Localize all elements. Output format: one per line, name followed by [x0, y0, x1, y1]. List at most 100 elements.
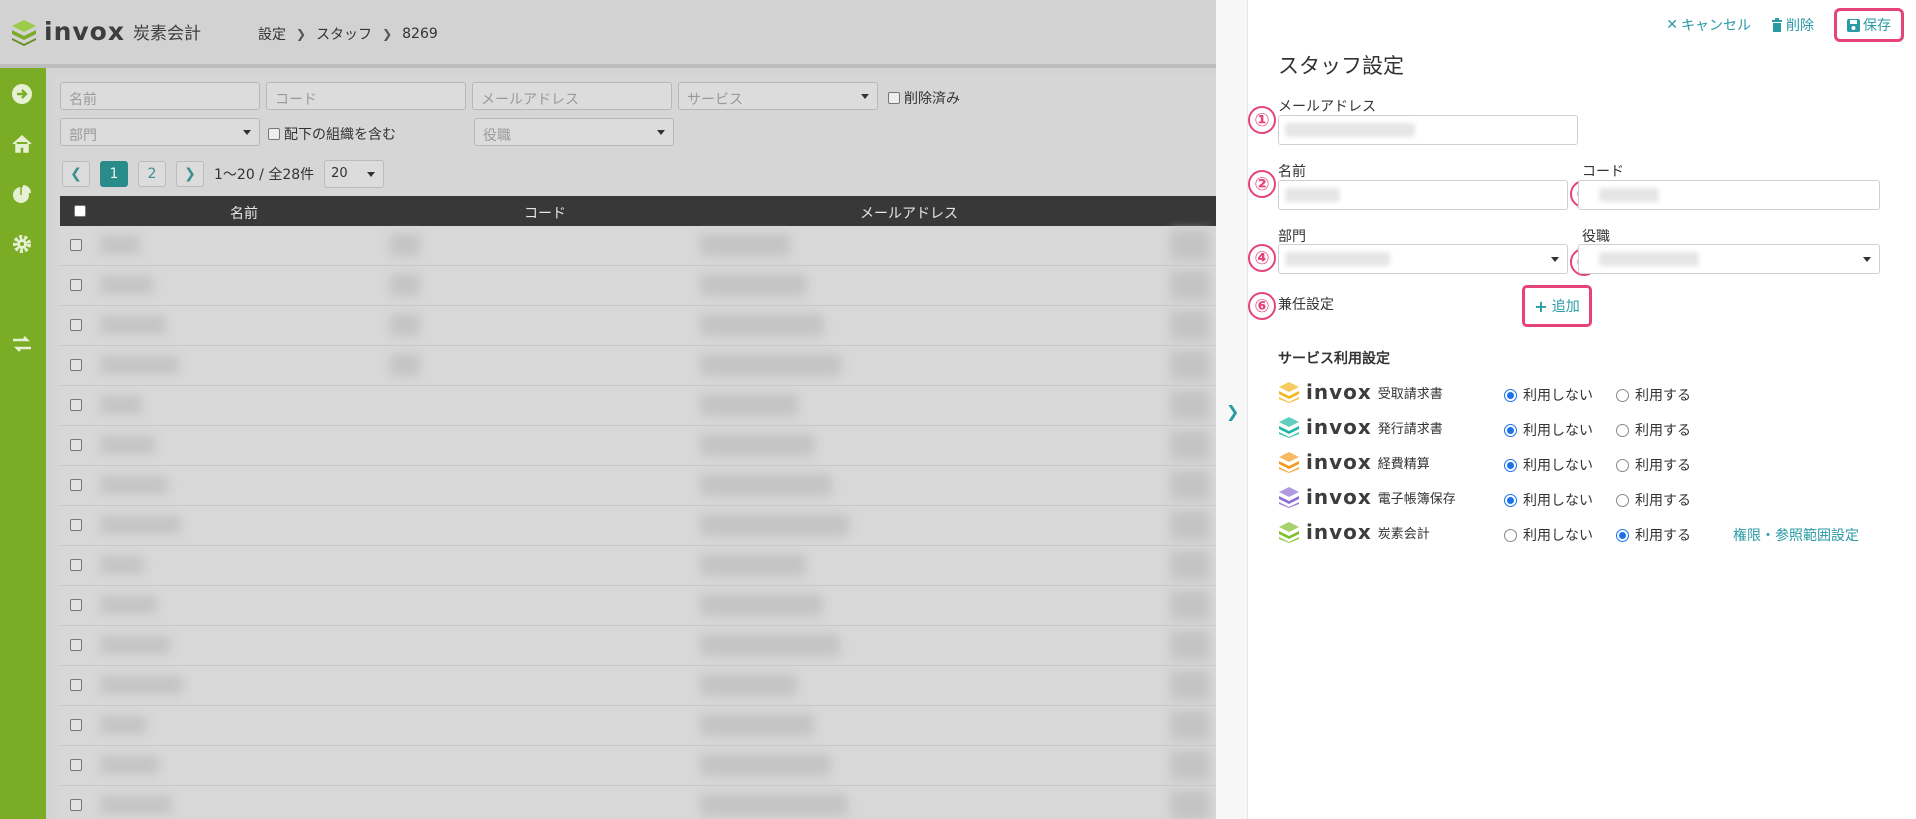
table-row[interactable]: [60, 666, 1216, 706]
home-icon[interactable]: [10, 132, 34, 156]
radio-use[interactable]: 利用する: [1616, 385, 1691, 405]
app-logo[interactable]: invox 炭素会計: [10, 17, 201, 46]
add-concurrent-button[interactable]: + 追加: [1522, 285, 1592, 327]
table-row[interactable]: [60, 466, 1216, 506]
breadcrumb-item-settings[interactable]: 設定: [258, 24, 286, 44]
radio-button[interactable]: [1504, 528, 1517, 542]
radio-button[interactable]: [1616, 458, 1629, 472]
row-checkbox[interactable]: [70, 319, 82, 331]
radio-button[interactable]: [1616, 388, 1629, 402]
radio-use-label: 利用する: [1635, 388, 1691, 404]
row-checkbox[interactable]: [70, 439, 82, 451]
select-all-checkbox[interactable]: [74, 205, 86, 217]
table-row[interactable]: [60, 746, 1216, 786]
arrow-right-circle-icon[interactable]: [10, 82, 34, 106]
service-name: 炭素会計: [1377, 526, 1430, 542]
cancel-button[interactable]: ✕ キャンセル: [1666, 15, 1751, 35]
save-button[interactable]: 保存: [1834, 8, 1904, 42]
row-checkbox[interactable]: [70, 239, 82, 251]
radio-use[interactable]: 利用する: [1616, 490, 1691, 510]
table-row[interactable]: [60, 706, 1216, 746]
deleted-checkbox-label[interactable]: 削除済み: [888, 88, 960, 108]
code-filter-input[interactable]: コード: [266, 82, 466, 110]
pie-chart-icon[interactable]: [10, 182, 34, 206]
row-checkbox[interactable]: [70, 399, 82, 411]
table-row[interactable]: [60, 346, 1216, 386]
table-row[interactable]: [60, 626, 1216, 666]
delete-button[interactable]: 削除: [1771, 15, 1814, 35]
row-checkbox[interactable]: [70, 719, 82, 731]
table-row[interactable]: [60, 306, 1216, 346]
blurred-cell: [100, 516, 181, 534]
table-row[interactable]: [60, 506, 1216, 546]
table-row[interactable]: [60, 266, 1216, 306]
name-filter-input[interactable]: 名前: [60, 82, 260, 110]
table-row[interactable]: [60, 586, 1216, 626]
gear-icon[interactable]: [10, 232, 34, 256]
radio-not-use[interactable]: 利用しない: [1504, 490, 1593, 510]
row-checkbox[interactable]: [70, 799, 82, 811]
row-checkbox[interactable]: [70, 559, 82, 571]
column-header-email[interactable]: メールアドレス: [860, 203, 958, 223]
code-input[interactable]: [1578, 180, 1880, 210]
email-input[interactable]: [1278, 115, 1578, 145]
department-select[interactable]: [1278, 244, 1568, 274]
table-row[interactable]: [60, 426, 1216, 466]
table-row[interactable]: [60, 786, 1216, 819]
page-size-select[interactable]: 20: [324, 160, 385, 188]
radio-button[interactable]: [1504, 388, 1517, 402]
next-page-button[interactable]: ❯: [176, 161, 204, 187]
department-filter-select[interactable]: 部門: [60, 118, 260, 146]
radio-use[interactable]: 利用する: [1616, 525, 1691, 545]
blurred-cell: [700, 354, 841, 376]
page-2-button[interactable]: 2: [138, 161, 166, 187]
include-sub-checkbox-label[interactable]: 配下の組織を含む: [268, 124, 396, 144]
column-header-code[interactable]: コード: [524, 203, 566, 223]
radio-button[interactable]: [1504, 423, 1517, 437]
row-checkbox[interactable]: [70, 759, 82, 771]
radio-use[interactable]: 利用する: [1616, 455, 1691, 475]
row-checkbox[interactable]: [70, 359, 82, 371]
blurred-cell: [390, 274, 420, 296]
breadcrumb-item-staff[interactable]: スタッフ: [316, 24, 372, 44]
switch-icon[interactable]: [10, 332, 34, 356]
email-filter-input[interactable]: メールアドレス: [472, 82, 672, 110]
service-filter-select[interactable]: サービス: [678, 82, 878, 110]
radio-button[interactable]: [1504, 458, 1517, 472]
radio-not-use[interactable]: 利用しない: [1504, 420, 1593, 440]
radio-button[interactable]: [1616, 423, 1629, 437]
row-checkbox[interactable]: [70, 639, 82, 651]
table-row[interactable]: [60, 226, 1216, 266]
radio-not-use[interactable]: 利用しない: [1504, 455, 1593, 475]
row-checkbox[interactable]: [70, 519, 82, 531]
radio-not-use[interactable]: 利用しない: [1504, 385, 1593, 405]
position-label: 役職: [1582, 229, 1610, 245]
page-1-button[interactable]: 1: [100, 161, 128, 187]
radio-button[interactable]: [1504, 493, 1517, 507]
radio-not-use[interactable]: 利用しない: [1504, 525, 1593, 545]
table-row[interactable]: [60, 546, 1216, 586]
permission-settings-link[interactable]: 権限・参照範囲設定: [1733, 525, 1859, 545]
radio-button[interactable]: [1616, 493, 1629, 507]
deleted-checkbox[interactable]: [888, 92, 900, 104]
table-row[interactable]: [60, 386, 1216, 426]
position-filter-select[interactable]: 役職: [474, 118, 674, 146]
panel-toggle[interactable]: ❯: [1216, 0, 1248, 819]
include-sub-checkbox[interactable]: [268, 128, 280, 140]
row-checkbox[interactable]: [70, 279, 82, 291]
chevron-right-icon[interactable]: ❯: [1226, 402, 1239, 421]
row-checkbox[interactable]: [70, 479, 82, 491]
blurred-cell: [700, 634, 840, 656]
blurred-cell: [700, 514, 849, 536]
blurred-cell: [100, 676, 183, 694]
name-input[interactable]: [1278, 180, 1568, 210]
row-checkbox[interactable]: [70, 599, 82, 611]
column-header-name[interactable]: 名前: [230, 203, 258, 223]
radio-not-use-label: 利用しない: [1523, 458, 1593, 474]
radio-button[interactable]: [1616, 528, 1629, 542]
blurred-cell: [100, 436, 155, 454]
radio-use[interactable]: 利用する: [1616, 420, 1691, 440]
row-checkbox[interactable]: [70, 679, 82, 691]
prev-page-button[interactable]: ❮: [62, 161, 90, 187]
position-select[interactable]: [1578, 244, 1880, 274]
